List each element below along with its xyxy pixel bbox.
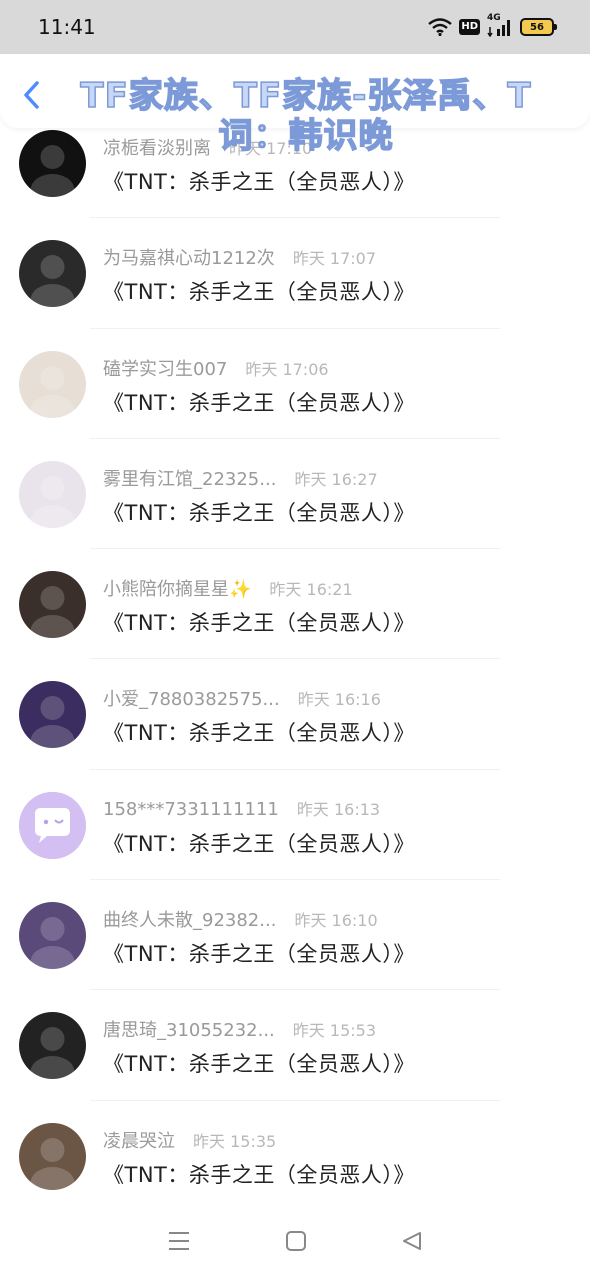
system-nav-bar — [0, 1206, 590, 1280]
profile-photo-icon — [30, 475, 75, 528]
message-time: 昨天 16:13 — [296, 799, 381, 819]
message-row[interactable]: 小熊陪你摘星星✨ 昨天 16:21 《TNT：杀手之王（全员恶人）》 — [0, 549, 590, 660]
battery-icon: 56 — [520, 18, 557, 36]
sender-line: 凌晨哭泣 昨天 15:35 — [103, 1127, 276, 1153]
avatar[interactable] — [19, 791, 86, 859]
page-title: TF家族、TF家族-张泽禹、T 词：韩识晚 — [80, 75, 532, 157]
back-triangle-icon[interactable] — [401, 1230, 423, 1256]
message-time: 昨天 16:27 — [294, 469, 378, 489]
hd-icon: HD — [459, 19, 480, 35]
profile-photo-icon — [30, 696, 75, 749]
sender-line: 唐思琦_31055232... 昨天 15:53 — [103, 1016, 376, 1042]
message-row[interactable]: 雾里有江馆_22325... 昨天 16:27 《TNT：杀手之王（全员恶人）》 — [0, 439, 590, 550]
sender-name: 雾里有江馆_22325... — [103, 468, 277, 490]
sender-name: 曲终人未散_92382... — [103, 910, 277, 932]
avatar[interactable] — [19, 681, 86, 749]
sender-line: 为马嘉祺心动1212次 昨天 17:07 — [103, 244, 376, 270]
message-time: 昨天 17:06 — [245, 359, 329, 379]
sender-line: 曲终人未散_92382... 昨天 16:10 — [103, 906, 378, 932]
battery-level: 56 — [530, 21, 544, 33]
message-time: 昨天 15:53 — [292, 1021, 376, 1041]
network-type: 4G — [487, 13, 501, 23]
profile-photo-icon — [30, 586, 75, 639]
message-text: 《TNT：杀手之王（全员恶人）》 — [103, 942, 415, 967]
message-row[interactable]: 唐思琦_31055232... 昨天 15:53 《TNT：杀手之王（全员恶人）》 — [0, 990, 590, 1101]
chat-bubble-icon — [19, 791, 86, 859]
avatar[interactable] — [19, 1012, 86, 1080]
message-row[interactable]: 凌晨哭泣 昨天 15:35 《TNT：杀手之王（全员恶人）》 — [0, 1101, 590, 1211]
back-chevron-icon[interactable] — [20, 80, 42, 110]
sender-name: 小熊陪你摘星星✨ — [103, 579, 252, 601]
status-time: 11:41 — [38, 15, 96, 39]
status-icons: HD 4G 56 — [428, 13, 557, 37]
sender-name: 唐思琦_31055232... — [103, 1020, 275, 1042]
message-row[interactable]: 为马嘉祺心动1212次 昨天 17:07 《TNT：杀手之王（全员恶人）》 — [0, 218, 590, 329]
message-time: 昨天 15:35 — [193, 1131, 277, 1151]
sender-line: 小爱_7880382575... 昨天 16:16 — [103, 685, 381, 711]
message-list[interactable]: 凉栀看淡别离 昨天 17:10 《TNT：杀手之王（全员恶人）》 为马嘉祺心动1212… — [0, 108, 590, 1211]
avatar[interactable] — [19, 350, 86, 418]
sender-line: 小熊陪你摘星星✨ 昨天 16:21 — [103, 575, 353, 601]
message-text: 《TNT：杀手之王（全员恶人）》 — [103, 611, 415, 636]
avatar[interactable] — [19, 240, 86, 308]
message-text: 《TNT：杀手之王（全员恶人）》 — [103, 390, 415, 415]
avatar[interactable] — [19, 1122, 86, 1190]
sender-name: 凌晨哭泣 — [103, 1130, 175, 1152]
profile-photo-icon — [30, 365, 75, 418]
message-time: 昨天 16:10 — [294, 911, 378, 931]
avatar[interactable] — [19, 460, 86, 528]
message-time: 昨天 16:16 — [297, 690, 381, 710]
message-time: 昨天 17:07 — [292, 249, 377, 269]
signal-icon: 4G — [487, 13, 513, 37]
sender-line: 雾里有江馆_22325... 昨天 16:27 — [103, 465, 378, 491]
chat-header: TF家族、TF家族-张泽禹、T 词：韩识晚 — [0, 54, 590, 157]
sender-name: 磕学实习生007 — [103, 358, 228, 380]
message-row[interactable]: 磕学实习生007 昨天 17:06 《TNT：杀手之王（全员恶人）》 — [0, 329, 590, 439]
message-text: 《TNT：杀手之王（全员恶人）》 — [103, 1162, 415, 1187]
profile-photo-icon — [30, 255, 75, 308]
menu-icon[interactable] — [167, 1230, 191, 1256]
sender-line: 磕学实习生007 昨天 17:06 — [103, 355, 329, 381]
message-text: 《TNT：杀手之王（全员恶人）》 — [103, 500, 415, 525]
sender-name: 小爱_7880382575... — [103, 689, 280, 711]
profile-photo-icon — [30, 917, 75, 970]
avatar[interactable] — [19, 902, 86, 970]
sender-line: 158***7331111111 昨天 16:13 — [103, 796, 380, 820]
sender-name: 为马嘉祺心动1212次 — [103, 248, 275, 270]
profile-photo-icon — [30, 1137, 75, 1190]
wifi-icon — [428, 18, 453, 36]
sender-name: 158***7331111111 — [103, 798, 279, 820]
message-row[interactable]: 曲终人未散_92382... 昨天 16:10 《TNT：杀手之王（全员恶人）》 — [0, 880, 590, 991]
status-bar: 11:41 HD 4G 56 — [0, 0, 590, 54]
message-text: 《TNT：杀手之王（全员恶人）》 — [103, 1052, 415, 1077]
message-text: 《TNT：杀手之王（全员恶人）》 — [103, 831, 415, 856]
message-text: 《TNT：杀手之王（全员恶人）》 — [103, 721, 415, 746]
profile-photo-icon — [30, 1027, 75, 1080]
message-row[interactable]: 小爱_7880382575... 昨天 16:16 《TNT：杀手之王（全员恶人）》 — [0, 659, 590, 770]
message-text: 《TNT：杀手之王（全员恶人）》 — [103, 280, 415, 305]
home-icon[interactable] — [285, 1230, 307, 1256]
message-row[interactable]: 158***7331111111 昨天 16:13 《TNT：杀手之王（全员恶人）》 — [0, 770, 590, 881]
message-time: 昨天 16:21 — [269, 580, 353, 600]
avatar[interactable] — [19, 571, 86, 639]
message-text: 《TNT：杀手之王（全员恶人）》 — [103, 170, 415, 194]
